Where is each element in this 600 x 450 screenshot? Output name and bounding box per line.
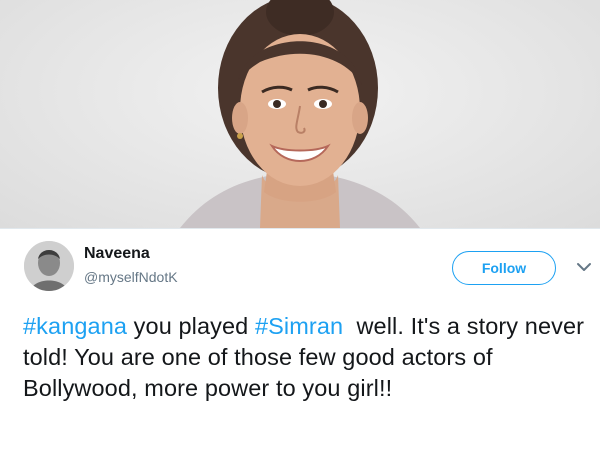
user-name[interactable]: Naveena xyxy=(84,245,150,263)
photo-illustration xyxy=(180,0,420,228)
profile-photo xyxy=(0,0,600,228)
tweet-text: #kangana you played #Simran well. It's a… xyxy=(23,311,593,404)
avatar-image xyxy=(24,241,74,291)
tweet-text-part: you played xyxy=(127,313,255,339)
chevron-down-icon[interactable] xyxy=(575,261,593,273)
user-handle[interactable]: @myselfNdotK xyxy=(84,269,178,285)
hashtag-kangana[interactable]: #kangana xyxy=(23,313,127,339)
tweet-card: Naveena @myselfNdotK Follow #kangana you… xyxy=(0,229,600,450)
follow-button[interactable]: Follow xyxy=(452,251,556,285)
avatar[interactable] xyxy=(24,241,74,291)
hashtag-simran[interactable]: #Simran xyxy=(255,313,343,339)
